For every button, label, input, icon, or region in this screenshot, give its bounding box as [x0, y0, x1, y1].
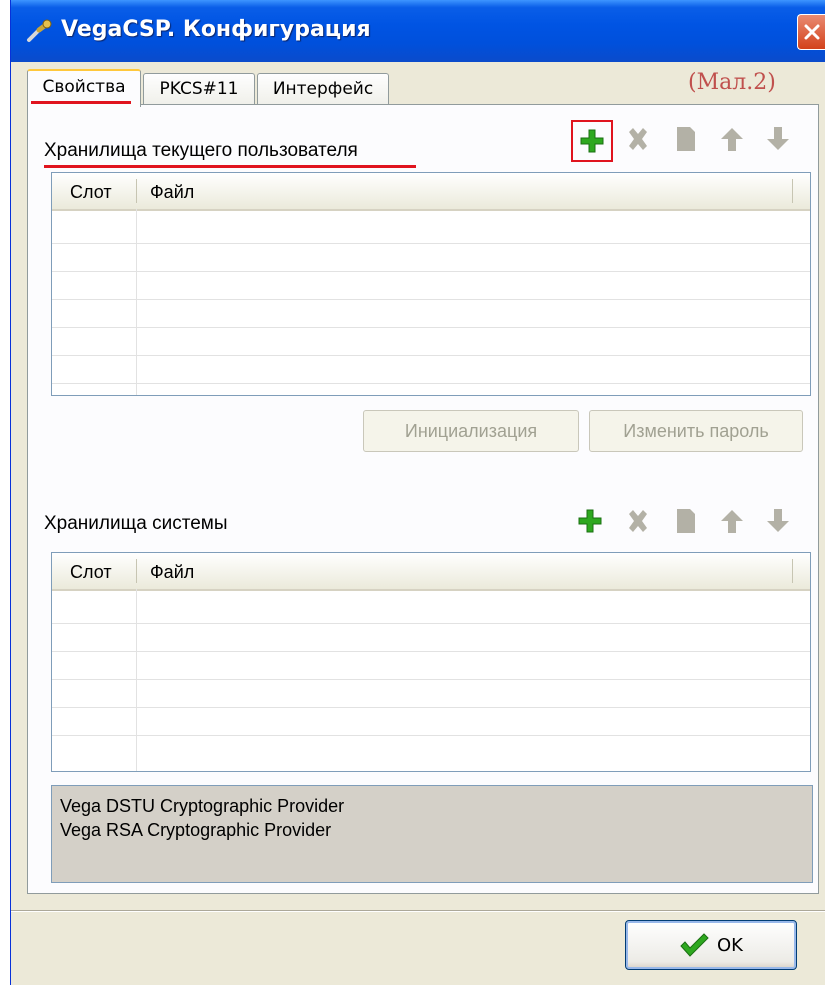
- system-copy-button[interactable]: [671, 506, 701, 536]
- providers-list[interactable]: Vega DSTU Cryptographic Provider Vega RS…: [51, 785, 813, 883]
- user-delete-button[interactable]: [623, 124, 653, 154]
- system-up-button[interactable]: [717, 506, 747, 536]
- plus-icon: [578, 509, 602, 533]
- tab-interface[interactable]: Интерфейс: [257, 73, 389, 104]
- table-row: [52, 707, 810, 708]
- table-row: [52, 327, 810, 328]
- table-row: [52, 651, 810, 652]
- column-slot[interactable]: Слот: [70, 562, 112, 583]
- arrow-down-icon: [767, 127, 789, 150]
- column-separator: [792, 559, 793, 583]
- arrow-up-icon: [721, 510, 743, 533]
- tab-properties[interactable]: Свойства: [27, 69, 141, 107]
- tab-pkcs11-label: PKCS#11: [159, 79, 239, 99]
- tab-properties-label: Свойства: [42, 77, 126, 97]
- ok-button[interactable]: OK: [625, 920, 797, 970]
- document-icon: [677, 509, 695, 533]
- system-stores-label: Хранилища системы: [44, 513, 228, 534]
- x-icon: [629, 128, 647, 150]
- grid-line: [136, 589, 137, 771]
- system-delete-button[interactable]: [623, 506, 653, 536]
- title-bar[interactable]: VegaCSP. Конфигурация: [11, 0, 825, 62]
- config-window: VegaCSP. Конфигурация Свойства PKCS#11 И…: [10, 0, 825, 985]
- annotation-label: (Мал.2): [688, 70, 776, 95]
- arrow-down-icon: [767, 509, 789, 532]
- tab-properties-underline: [31, 101, 131, 104]
- system-stores-table-header: Слот Файл: [52, 553, 810, 591]
- window-title: VegaCSP. Конфигурация: [61, 17, 371, 42]
- user-up-button[interactable]: [717, 124, 747, 154]
- close-icon: [804, 24, 820, 40]
- footer-divider-highlight: [11, 911, 825, 912]
- user-add-button[interactable]: [571, 120, 613, 162]
- initialize-button[interactable]: Инициализация: [363, 410, 579, 452]
- user-stores-underline: [44, 165, 416, 168]
- tab-interface-label: Интерфейс: [272, 79, 374, 99]
- system-stores-toolbar: [571, 500, 811, 538]
- grid-line: [136, 209, 137, 395]
- table-row: [52, 623, 810, 624]
- user-copy-button[interactable]: [671, 124, 701, 154]
- table-row: [52, 271, 810, 272]
- table-row: [52, 243, 810, 244]
- ok-button-label: OK: [717, 934, 743, 956]
- table-row: [52, 383, 810, 384]
- user-stores-toolbar: [571, 118, 811, 162]
- close-button[interactable]: [797, 14, 825, 50]
- table-row: [52, 679, 810, 680]
- tab-pkcs11[interactable]: PKCS#11: [143, 73, 255, 104]
- table-row: [52, 735, 810, 736]
- checkmark-icon: [680, 933, 709, 957]
- x-icon: [629, 510, 647, 532]
- column-slot[interactable]: Слот: [70, 182, 112, 203]
- column-separator: [136, 179, 137, 203]
- user-stores-label: Хранилища текущего пользователя: [44, 140, 358, 161]
- user-stores-table-header: Слот Файл: [52, 173, 810, 211]
- document-icon: [677, 127, 695, 151]
- provider-item: Vega DSTU Cryptographic Provider: [60, 796, 345, 816]
- table-row: [52, 299, 810, 300]
- column-separator: [136, 559, 137, 583]
- provider-item: Vega RSA Cryptographic Provider: [60, 820, 332, 840]
- user-stores-table[interactable]: Слот Файл: [51, 172, 811, 396]
- column-file[interactable]: Файл: [150, 182, 194, 203]
- column-separator: [792, 179, 793, 203]
- arrow-up-icon: [721, 128, 743, 151]
- table-row: [52, 355, 810, 356]
- plus-icon: [580, 129, 604, 153]
- system-add-button[interactable]: [575, 506, 605, 536]
- column-file[interactable]: Файл: [150, 562, 194, 583]
- wrench-icon: [27, 19, 52, 42]
- system-down-button[interactable]: [763, 506, 793, 536]
- user-down-button[interactable]: [763, 124, 793, 154]
- system-stores-table[interactable]: Слот Файл: [51, 552, 811, 772]
- change-password-button[interactable]: Изменить пароль: [589, 410, 803, 452]
